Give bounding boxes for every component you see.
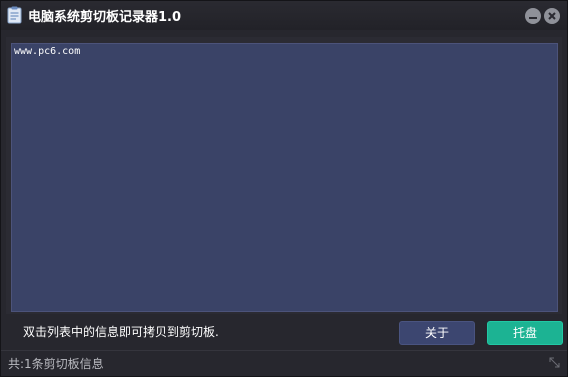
usage-hint: 双击列表中的信息即可拷贝到剪切板. [23,325,219,339]
clipboard-list[interactable]: www.pc6.com [11,43,558,312]
app-clipboard-icon [7,6,22,24]
status-text: 共:1条剪切板信息 [8,357,104,371]
close-icon [548,12,556,20]
resize-grip-icon[interactable] [548,356,561,369]
tray-button[interactable]: 托盘 [487,321,563,345]
status-divider [1,350,567,351]
minimize-icon [529,17,537,19]
list-item[interactable]: www.pc6.com [14,46,80,57]
window-title: 电脑系统剪切板记录器1.0 [28,10,182,25]
app-window: 电脑系统剪切板记录器1.0 www.pc6.com 双击列表中的信息即可拷贝到剪… [0,0,568,377]
minimize-button[interactable] [525,8,541,24]
close-button[interactable] [544,8,560,24]
about-button[interactable]: 关于 [399,321,475,345]
title-bar[interactable]: 电脑系统剪切板记录器1.0 [1,1,567,30]
